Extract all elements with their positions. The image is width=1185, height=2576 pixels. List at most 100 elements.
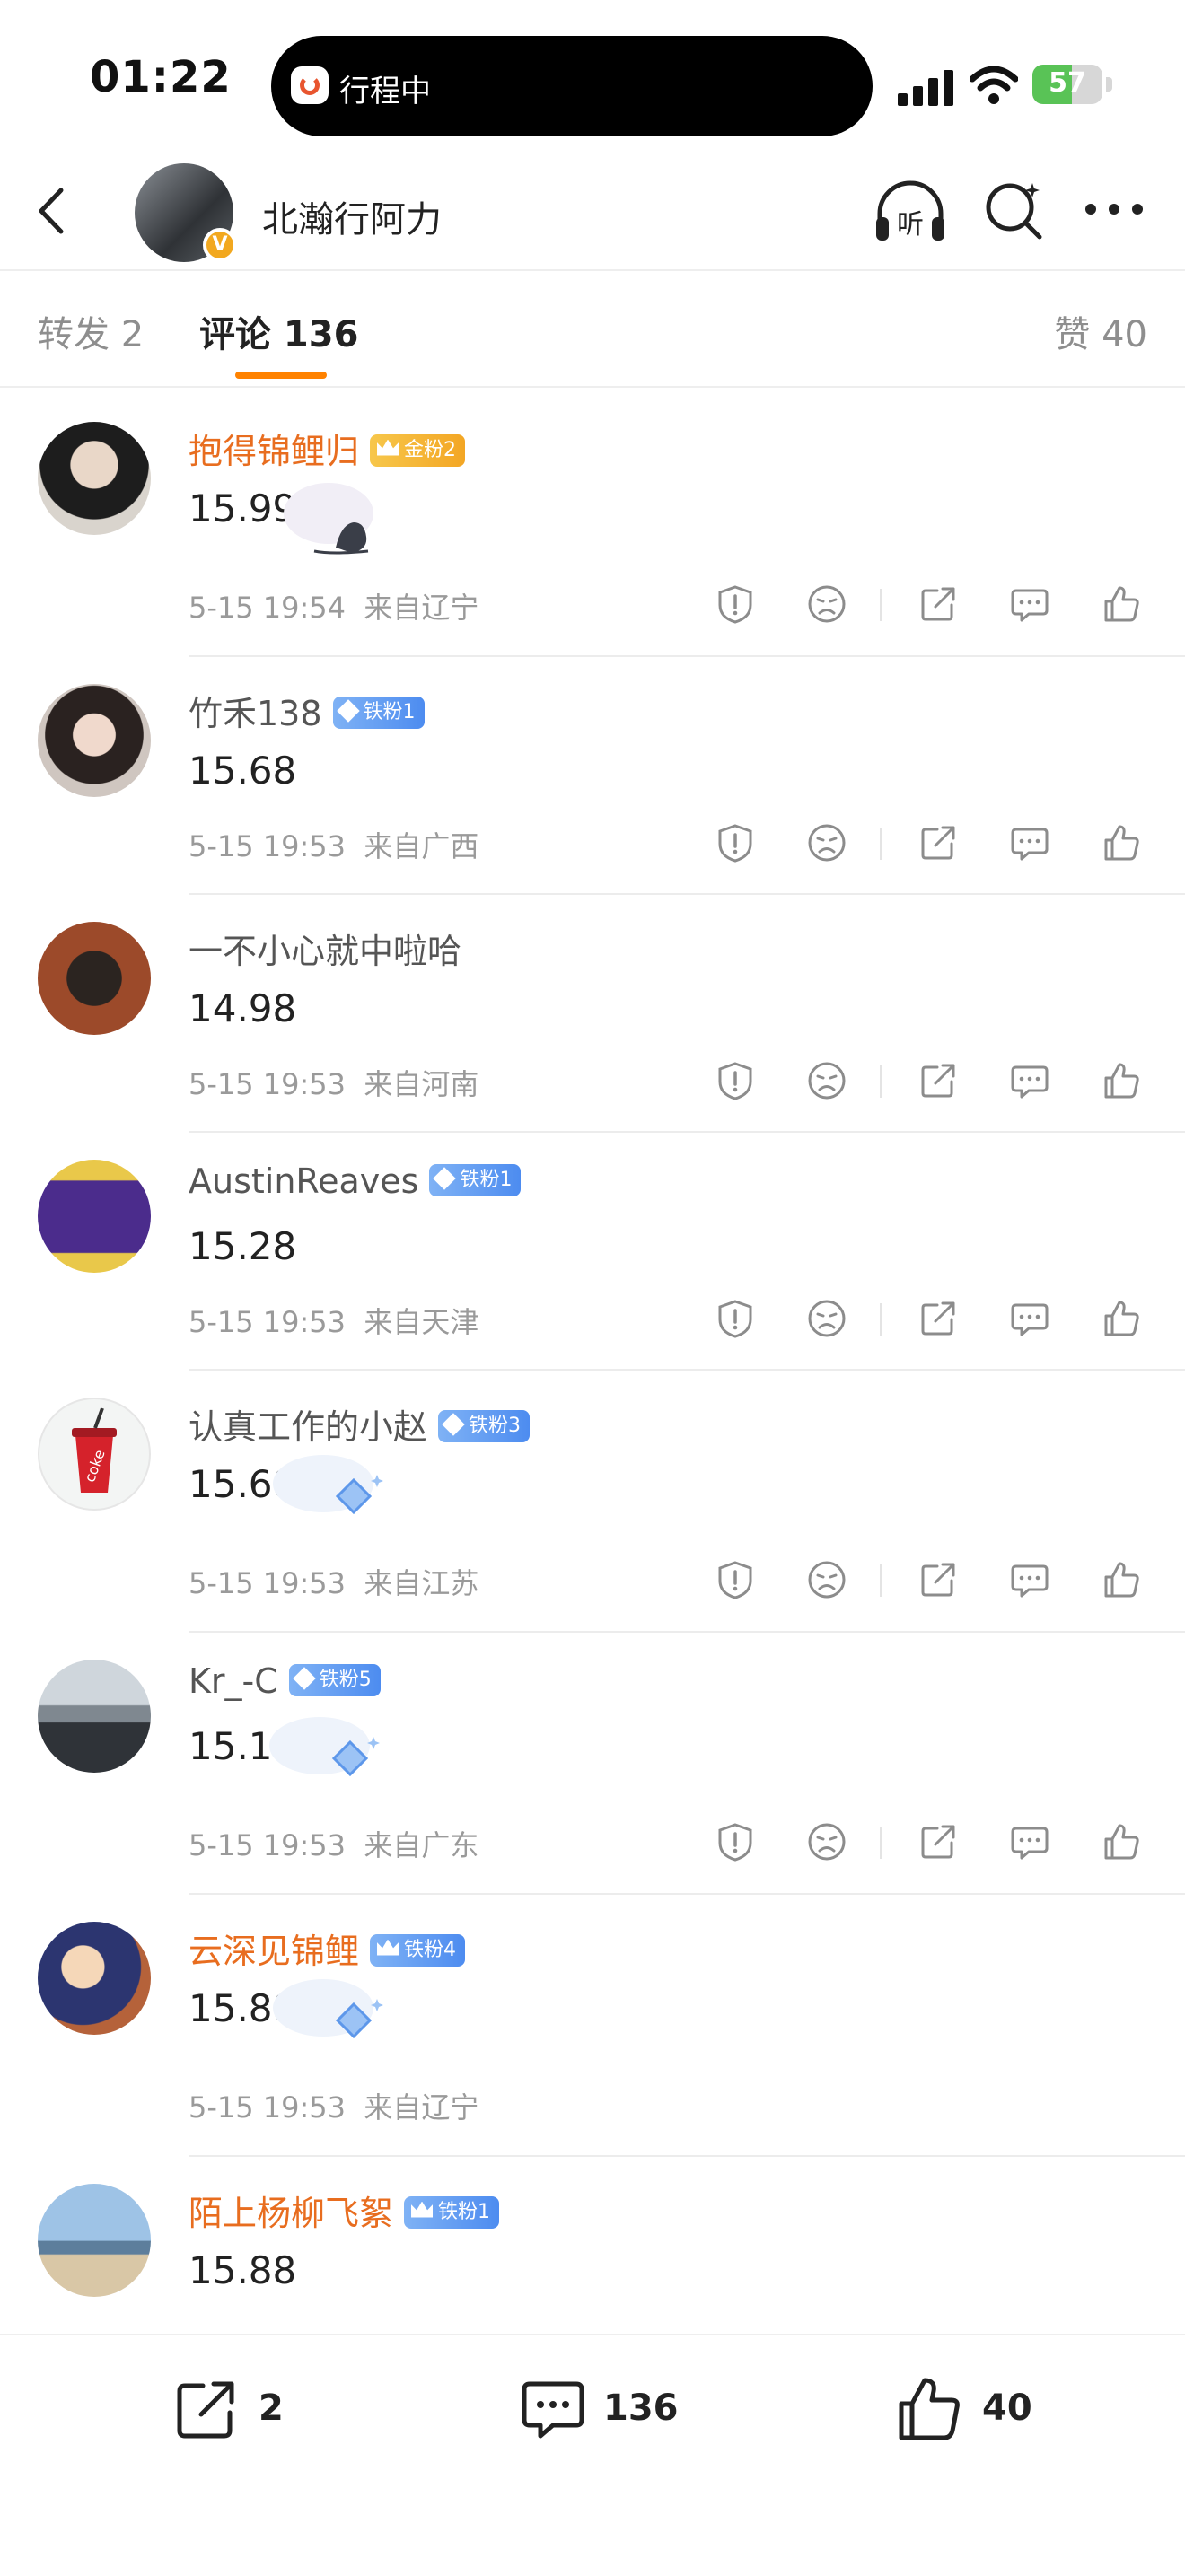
- battery-tip: [1106, 77, 1112, 92]
- report-icon[interactable]: [715, 1298, 756, 1339]
- avatar[interactable]: [38, 2184, 151, 2297]
- fan-badge-label: 铁粉4: [404, 1938, 457, 1961]
- fan-badge-label: 铁粉5: [319, 1668, 372, 1691]
- repost-button[interactable]: 2: [171, 2373, 314, 2445]
- dynamic-island[interactable]: 行程中: [271, 36, 873, 136]
- crown-icon: [377, 439, 399, 456]
- comment-time: 5-15 19:53: [189, 1828, 347, 1862]
- verified-badge: V: [203, 228, 237, 262]
- comment-meta: 5-15 19:53 来自广西: [189, 824, 478, 865]
- commenter-name[interactable]: AustinReaves 铁粉1: [189, 1161, 522, 1201]
- author-avatar[interactable]: V: [135, 163, 237, 262]
- dislike-face-icon[interactable]: [806, 1559, 847, 1600]
- post-header: V 北瀚行阿力 听: [0, 153, 1185, 271]
- fan-badge: 铁粉5: [288, 1663, 381, 1696]
- crown-icon: [377, 1939, 399, 1956]
- comment-meta: 5-15 19:53 来自辽宁: [189, 2085, 478, 2126]
- status-bar: 01:22 行程中 57: [0, 0, 1185, 153]
- tab-repost[interactable]: 转发 2: [38, 305, 144, 357]
- like-count: 40: [982, 2388, 1032, 2429]
- commenter-name[interactable]: 认真工作的小赵 铁粉3: [189, 1399, 531, 1449]
- dislike-face-icon[interactable]: [806, 822, 847, 863]
- comment-list[interactable]: 抱得锦鲤归 金粉2 15.99 5-15 19:54 来自辽宁 竹禾138 铁粉1 …: [0, 395, 1185, 2334]
- commenter-name[interactable]: 一不小心就中啦哈: [189, 924, 461, 973]
- dislike-face-icon[interactable]: [806, 583, 847, 625]
- cloud-sticker-icon: [284, 483, 373, 555]
- like-thumb-icon[interactable]: [1101, 822, 1142, 863]
- action-separator: [880, 1303, 882, 1336]
- share-icon[interactable]: [917, 583, 959, 625]
- tab-comments[interactable]: 评论 136: [199, 305, 358, 357]
- like-thumb-icon[interactable]: [1101, 1559, 1142, 1600]
- reply-comment-icon[interactable]: [1009, 1559, 1050, 1600]
- commenter-name[interactable]: Kr_-C 铁粉5: [189, 1661, 381, 1701]
- commenter-name-text: 陌上杨柳飞絮: [189, 2194, 394, 2233]
- comment-button[interactable]: 136: [517, 2373, 697, 2445]
- report-icon[interactable]: [715, 1559, 756, 1600]
- commenter-name-text: AustinReaves: [189, 1161, 419, 1201]
- report-icon[interactable]: [715, 1821, 756, 1862]
- dislike-face-icon[interactable]: [806, 1298, 847, 1339]
- battery-icon: 57: [1032, 65, 1102, 104]
- commenter-name[interactable]: 陌上杨柳飞絮 铁粉1: [189, 2186, 500, 2235]
- comment-actions: [709, 583, 1158, 628]
- reply-comment-icon[interactable]: [1009, 822, 1050, 863]
- avatar[interactable]: [38, 1660, 151, 1773]
- author-name[interactable]: 北瀚行阿力: [262, 190, 442, 242]
- back-arrow-icon[interactable]: [22, 180, 84, 242]
- share-icon[interactable]: [917, 1821, 959, 1862]
- comment-time: 5-15 19:53: [189, 1566, 347, 1600]
- more-options-icon[interactable]: [1083, 196, 1146, 223]
- fan-badge: 铁粉1: [404, 2195, 500, 2229]
- comment-time: 5-15 19:53: [189, 1067, 347, 1101]
- like-thumb-icon[interactable]: [1101, 1060, 1142, 1101]
- comment-meta: 5-15 19:53 来自河南: [189, 1062, 478, 1103]
- avatar[interactable]: [38, 684, 151, 797]
- share-icon[interactable]: [917, 1559, 959, 1600]
- reply-comment-icon[interactable]: [1009, 1821, 1050, 1862]
- report-icon[interactable]: [715, 583, 756, 625]
- like-thumb-icon[interactable]: [1101, 1821, 1142, 1862]
- commenter-name[interactable]: 竹禾138 铁粉1: [189, 686, 425, 735]
- reply-comment-icon[interactable]: [1009, 1298, 1050, 1339]
- avatar[interactable]: [38, 922, 151, 1035]
- reply-comment-icon[interactable]: [1009, 583, 1050, 625]
- like-thumb-icon[interactable]: [1101, 583, 1142, 625]
- share-icon[interactable]: [917, 1060, 959, 1101]
- dislike-face-icon[interactable]: [806, 1821, 847, 1862]
- avatar[interactable]: [38, 1160, 151, 1273]
- tab-likes[interactable]: 赞 40: [1054, 305, 1147, 357]
- clock: 01:22: [90, 52, 232, 102]
- fan-badge: 铁粉4: [370, 1933, 466, 1967]
- report-icon[interactable]: [715, 822, 756, 863]
- comment-meta: 5-15 19:54 来自辽宁: [189, 585, 478, 626]
- diamond-sticker-icon: [273, 1979, 383, 2039]
- commenter-name[interactable]: 抱得锦鲤归 金粉2: [189, 424, 466, 473]
- dislike-face-icon[interactable]: [806, 1060, 847, 1101]
- share-icon[interactable]: [917, 822, 959, 863]
- like-thumb-icon[interactable]: [1101, 1298, 1142, 1339]
- comment-item: 竹禾138 铁粉1 15.68 5-15 19:53 来自广西: [0, 657, 1185, 895]
- trip-app-icon: [291, 66, 329, 104]
- like-button[interactable]: 40: [894, 2373, 1056, 2445]
- post-tabs: 转发 2 评论 136 赞 40: [0, 269, 1185, 388]
- comment-actions: [709, 1559, 1158, 1604]
- report-icon[interactable]: [715, 1060, 756, 1101]
- share-icon[interactable]: [917, 1298, 959, 1339]
- listen-headphones-icon[interactable]: 听: [873, 176, 948, 248]
- search-icon[interactable]: [980, 178, 1047, 244]
- avatar[interactable]: [38, 422, 151, 535]
- reply-comment-icon[interactable]: [1009, 1060, 1050, 1101]
- cola-cup-icon: coke: [72, 1407, 117, 1493]
- like-icon: [899, 2378, 960, 2440]
- commenter-name[interactable]: 云深见锦鲤 铁粉4: [189, 1923, 466, 1973]
- comment-location: 来自广东: [364, 1828, 479, 1862]
- battery-percent: 57: [1049, 67, 1086, 99]
- diamond-icon: [293, 1666, 316, 1690]
- action-separator: [880, 1065, 882, 1098]
- repost-icon: [177, 2381, 234, 2439]
- island-label: 行程中: [339, 74, 431, 110]
- comment-item: 云深见锦鲤 铁粉4 15.88 5-15 19:53 来自辽宁: [0, 1895, 1185, 2157]
- avatar[interactable]: coke: [38, 1398, 151, 1511]
- avatar[interactable]: [38, 1922, 151, 2035]
